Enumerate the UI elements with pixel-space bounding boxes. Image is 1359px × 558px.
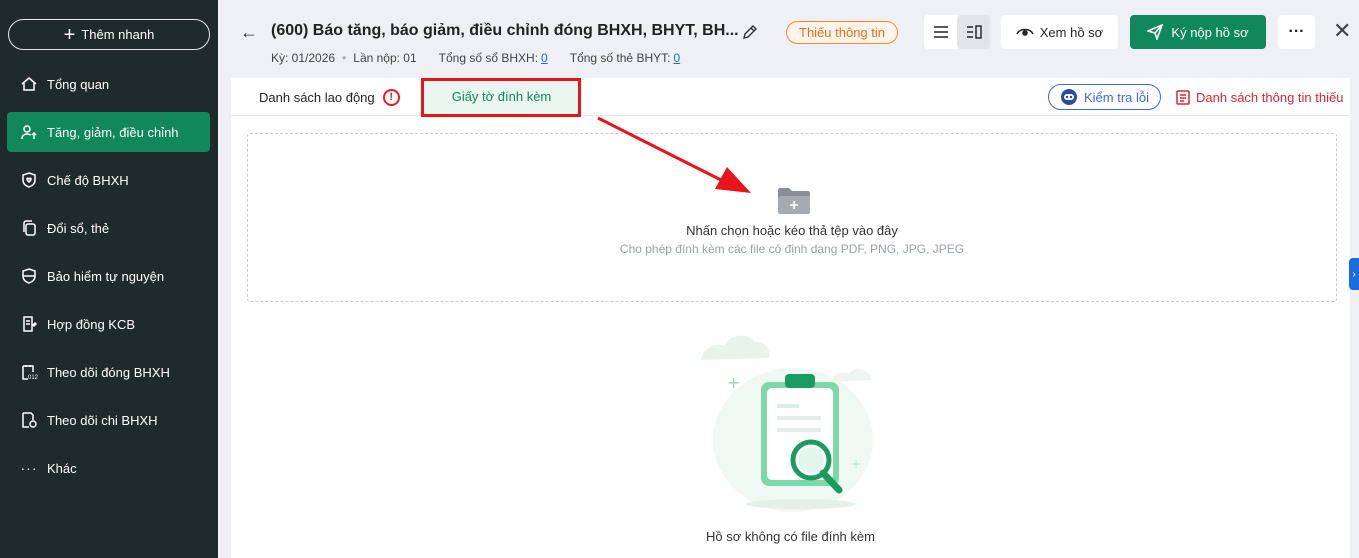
sidebar-item-label: Đổi sổ, thẻ (47, 220, 110, 236)
empty-state-illustration: + + (701, 330, 886, 523)
dropzone-title: Nhấn chọn hoặc kéo thả tệp vào đây (686, 223, 898, 238)
send-icon (1147, 24, 1164, 40)
separator-dot: • (342, 51, 347, 65)
sidebar-item-label: Tăng, giảm, điều chỉnh (47, 124, 179, 140)
bhxh-count-link[interactable]: 0 (541, 51, 548, 65)
tab-label: Giấy tờ đính kèm (451, 88, 552, 104)
sign-submit-button[interactable]: Ký nộp hồ sơ (1130, 15, 1266, 49)
file-dropzone[interactable]: Nhấn chọn hoặc kéo thả tệp vào đây Cho p… (247, 133, 1337, 302)
svg-text:012: 012 (28, 375, 38, 381)
sidebar-item-book-card[interactable]: Đổi sổ, thẻ (7, 208, 210, 248)
close-icon[interactable]: ✕ (1333, 20, 1351, 42)
sidebar-item-label: Khác (47, 460, 77, 476)
user-arrow-icon (20, 123, 38, 141)
copy-icon (20, 219, 38, 237)
sidebar-item-voluntary-insurance[interactable]: Bảo hiểm tự nguyện (7, 256, 210, 296)
sidebar-item-increase-decrease[interactable]: Tăng, giảm, điều chỉnh (7, 112, 210, 152)
check-errors-label: Kiểm tra lỗi (1083, 89, 1150, 105)
bhyt-count-link[interactable]: 0 (673, 51, 680, 65)
list-view-icon[interactable] (924, 15, 957, 49)
annotation-arrow (597, 116, 751, 193)
sidebar-item-kcb-contract[interactable]: Hợp đồng KCB (7, 304, 210, 344)
sidebar-item-bhxh-regime[interactable]: Chế độ BHXH (7, 160, 210, 200)
robot-icon (1060, 89, 1077, 105)
expand-panel-handle[interactable]: › (1349, 258, 1359, 290)
more-icon: ··· (20, 460, 38, 476)
empty-state-text: Hồ sơ không có file đính kèm (706, 529, 875, 544)
svg-text:+: + (727, 373, 740, 392)
sidebar-nav: Tổng quan Tăng, giảm, điều chỉnh Chế độ … (7, 64, 210, 496)
status-badge: Thiếu thông tin (786, 21, 899, 44)
sidebar: + Thêm nhanh Tổng quan Tăng, giảm, điều … (0, 0, 218, 558)
view-dossier-button[interactable]: Xem hồ sơ (1001, 15, 1118, 49)
tab-label: Danh sách lao động (259, 89, 375, 105)
period-text: Kỳ: 01/2026 (271, 51, 336, 65)
tab-attachments[interactable]: Giấy tờ đính kèm (423, 78, 580, 116)
sidebar-item-label: Theo dõi đóng BHXH (47, 364, 170, 380)
sidebar-item-expense-tracking[interactable]: Theo dõi chi BHXH (7, 400, 210, 440)
plus-icon: + (63, 23, 76, 46)
submit-count-text: Lần nộp: 01 (353, 51, 417, 65)
missing-info-link[interactable]: Danh sách thông tin thiếu (1176, 89, 1343, 105)
folder-add-icon (776, 186, 812, 219)
content-panel: Danh sách lao động ! Giấy tờ đính kèm Ki… (231, 78, 1350, 558)
calendar-icon: 012 (20, 363, 38, 381)
warning-icon: ! (382, 88, 400, 106)
view-dossier-label: Xem hồ sơ (1039, 24, 1104, 40)
sidebar-item-label: Hợp đồng KCB (47, 316, 136, 332)
sign-submit-label: Ký nộp hồ sơ (1171, 24, 1249, 40)
check-errors-button[interactable]: Kiểm tra lỗi (1048, 84, 1161, 110)
missing-info-label: Danh sách thông tin thiếu (1196, 89, 1344, 105)
sidebar-item-other[interactable]: ··· Khác (7, 448, 210, 488)
shield-icon (20, 267, 38, 285)
svg-text:+: + (851, 457, 861, 471)
view-mode-toggle (924, 15, 990, 49)
sidebar-item-label: Tổng quan (47, 76, 110, 92)
sidebar-item-label: Chế độ BHXH (47, 172, 129, 188)
page-title: (600) Báo tăng, báo giảm, điều chỉnh đón… (271, 22, 739, 39)
tab-employee-list[interactable]: Danh sách lao động ! (259, 78, 400, 116)
more-options-button[interactable]: ··· (1278, 15, 1315, 49)
split-view-icon[interactable] (957, 15, 990, 49)
bhyt-count-label: Tổng số thẻ BHYT: (569, 51, 671, 65)
clipboard-icon (1176, 90, 1190, 105)
sidebar-item-label: Theo dõi chi BHXH (47, 412, 158, 428)
bhxh-count-label: Tổng số sổ BHXH: (438, 51, 539, 65)
sidebar-item-overview[interactable]: Tổng quan (7, 64, 210, 104)
header-meta: Kỳ: 01/2026 • Lần nộp: 01 Tổng số sổ BHX… (271, 51, 680, 65)
quick-add-button[interactable]: + Thêm nhanh (8, 19, 210, 50)
sidebar-item-label: Bảo hiểm tự nguyện (47, 268, 165, 284)
dropzone-subtitle: Cho phép đính kèm các file có định dạng … (619, 242, 965, 256)
contract-icon (20, 315, 38, 333)
shield-heart-icon (20, 171, 38, 189)
back-arrow-icon[interactable]: ← (240, 22, 258, 43)
tab-bar: Danh sách lao động ! Giấy tờ đính kèm Ki… (231, 78, 1350, 116)
pencil-icon[interactable] (742, 24, 758, 43)
home-icon (20, 75, 38, 93)
eye-icon (1016, 28, 1034, 36)
page-header: ← (600) Báo tăng, báo giảm, điều chỉnh đ… (218, 0, 1359, 78)
quick-add-label: Thêm nhanh (81, 27, 155, 42)
document-money-icon (20, 411, 38, 429)
sidebar-item-payment-tracking[interactable]: 012 Theo dõi đóng BHXH (7, 352, 210, 392)
